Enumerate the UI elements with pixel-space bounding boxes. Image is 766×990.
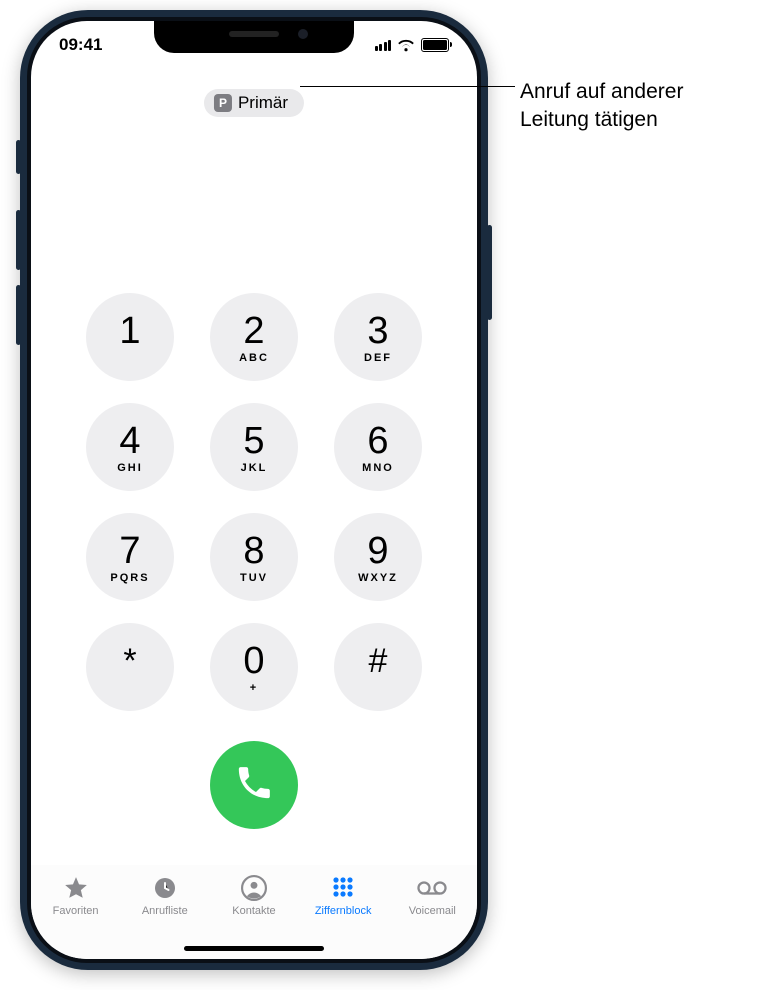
power-button [487,225,492,320]
tab-voicemail[interactable]: Voicemail [388,875,477,917]
person-circle-icon [241,875,267,901]
key-hash[interactable]: # [334,623,422,711]
phone-frame: 09:41 P Primär [20,10,488,970]
line-selector-pill[interactable]: P Primär [204,89,304,117]
status-time: 09:41 [59,35,102,55]
voicemail-icon [417,875,447,901]
mute-switch [16,140,21,174]
line-label: Primär [238,93,288,113]
key-0[interactable]: 0 + [210,623,298,711]
key-7[interactable]: 7 PQRS [86,513,174,601]
key-5[interactable]: 5 JKL [210,403,298,491]
key-6[interactable]: 6 MNO [334,403,422,491]
phone-icon [234,763,274,808]
key-9[interactable]: 9 WXYZ [334,513,422,601]
key-star[interactable]: * [86,623,174,711]
callout-leader-line [300,86,515,87]
key-1[interactable]: 1 [86,293,174,381]
key-3[interactable]: 3 DEF [334,293,422,381]
tab-contacts[interactable]: Kontakte [209,875,298,917]
tab-keypad[interactable]: Ziffernblock [299,875,388,917]
keypad: 1 2 ABC 3 DEF 4 GHI [84,293,424,711]
key-4[interactable]: 4 GHI [86,403,174,491]
tab-bar: Favoriten Anrufliste Kontakte [31,865,477,959]
star-icon [63,875,89,901]
wifi-icon [397,39,415,52]
screen: 09:41 P Primär [31,21,477,959]
volume-up-button [16,210,21,270]
line-badge: P [214,94,232,112]
dial-button[interactable] [210,741,298,829]
tab-recents[interactable]: Anrufliste [120,875,209,917]
tab-favorites[interactable]: Favoriten [31,875,120,917]
key-8[interactable]: 8 TUV [210,513,298,601]
cellular-icon [375,40,392,51]
home-indicator[interactable] [184,946,324,951]
key-2[interactable]: 2 ABC [210,293,298,381]
volume-down-button [16,285,21,345]
keypad-icon [331,875,355,901]
battery-icon [421,38,449,52]
clock-icon [153,875,177,901]
notch [154,21,354,53]
callout-text: Anruf auf anderer Leitung tätigen [520,78,683,135]
